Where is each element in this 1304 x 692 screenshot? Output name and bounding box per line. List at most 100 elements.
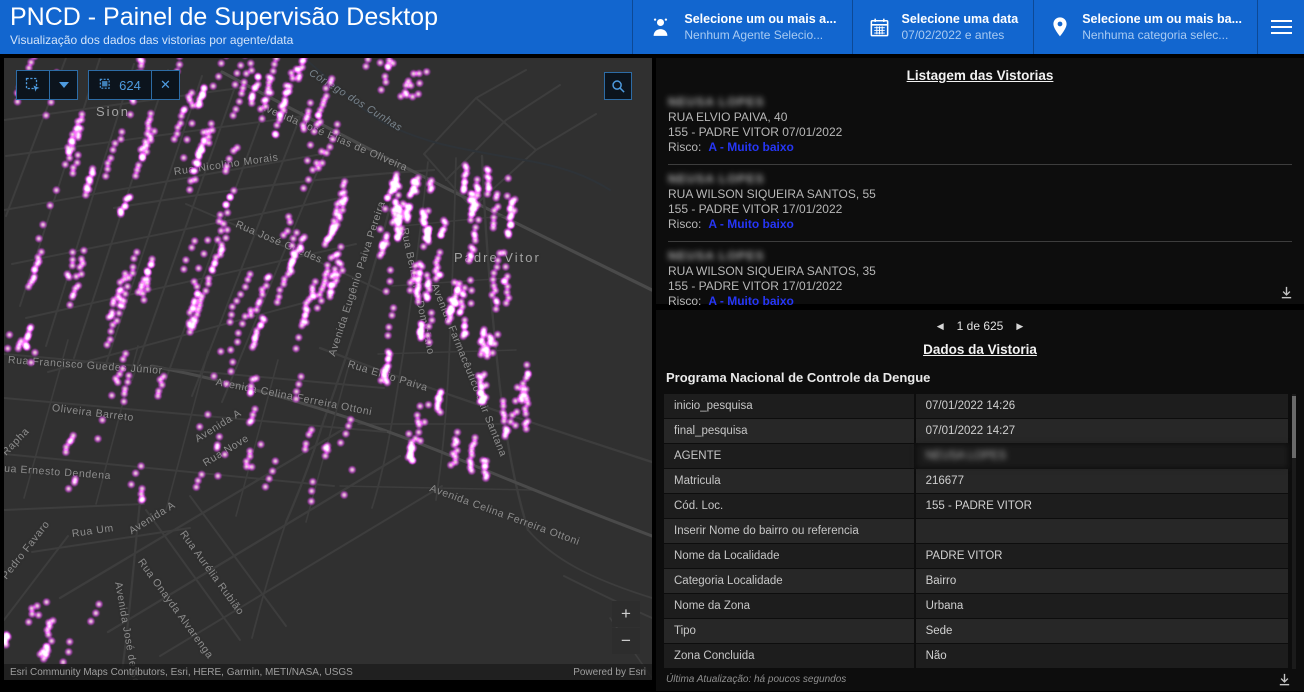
program-subtitle: Programa Nacional de Controle da Dengue (664, 370, 1296, 385)
inspection-list: NEUSA LOPES RUA ELVIO PAIVA, 40 155 - PA… (668, 88, 1292, 318)
next-page-arrow[interactable]: ▶ (1016, 321, 1023, 332)
risk-label: Risco: (668, 217, 701, 231)
powered-by-esri: Powered by Esri (573, 667, 646, 678)
field-label: AGENTE (664, 444, 914, 468)
address-line: RUA ELVIO PAIVA, 40 (668, 110, 1292, 125)
field-label: inicio_pesquisa (664, 394, 914, 418)
field-label: Inserir Nome do bairro ou referencia (664, 519, 914, 543)
last-update-note: Última Atualização: há poucos segundos (666, 674, 846, 685)
map-pin-icon (1049, 15, 1071, 39)
table-row: Nome da Localidade PADRE VITOR (664, 544, 1288, 568)
clear-selection-button[interactable]: ✕ (152, 70, 180, 100)
detail-table: inicio_pesquisa 07/01/2022 14:26 final_p… (664, 394, 1296, 669)
menu-button[interactable] (1257, 0, 1304, 54)
pagination: ◀ 1 de 625 ▶ (664, 319, 1296, 333)
detail-panel-title: Dados da Vistoria (664, 342, 1296, 357)
address-line: RUA WILSON SIQUEIRA SANTOS, 35 (668, 264, 1292, 279)
address-line: RUA WILSON SIQUEIRA SANTOS, 55 (668, 187, 1292, 202)
table-row: AGENTE NEUSA LOPES (664, 444, 1288, 468)
zoom-in-button[interactable]: + (612, 601, 640, 627)
field-value: Não (916, 644, 1288, 668)
field-label: Tipo (664, 619, 914, 643)
table-row: Matricula 216677 (664, 469, 1288, 493)
field-value: 07/01/2022 14:26 (916, 394, 1288, 418)
field-label: Nome da Zona (664, 594, 914, 618)
neighborhood-selector[interactable]: Selecione um ou mais ba... Nenhuma categ… (1033, 0, 1257, 54)
table-row: final_pesquisa 07/01/2022 14:27 (664, 419, 1288, 443)
agent-name-redacted: NEUSA LOPES (668, 172, 1292, 187)
field-value: 155 - PADRE VITOR (916, 494, 1288, 518)
risk-value: A - Muito baixo (708, 140, 794, 154)
detail-download-button[interactable] (1277, 672, 1292, 687)
zoom-out-button[interactable]: − (612, 628, 640, 654)
download-icon (1277, 672, 1292, 687)
locality-date-line: 155 - PADRE VITOR 07/01/2022 (668, 125, 1292, 140)
field-label: Zona Concluida (664, 644, 914, 668)
selected-features-icon (99, 78, 114, 93)
field-value: 07/01/2022 14:27 (916, 419, 1288, 443)
list-item[interactable]: NEUSA LOPES RUA WILSON SIQUEIRA SANTOS, … (668, 242, 1292, 318)
select-rectangle-button[interactable] (16, 70, 50, 100)
risk-line: Risco: A - Muito baixo (668, 294, 1292, 309)
agent-selector-label: Selecione um ou mais a... (684, 12, 836, 26)
agent-selector-value: Nenhum Agente Selecio... (684, 28, 836, 42)
chevron-down-icon (59, 82, 69, 88)
risk-line: Risco: A - Muito baixo (668, 140, 1292, 155)
table-scrollbar-track[interactable] (1292, 394, 1296, 669)
field-label: Categoria Localidade (664, 569, 914, 593)
field-value: Sede (916, 619, 1288, 643)
list-item[interactable]: NEUSA LOPES RUA ELVIO PAIVA, 40 155 - PA… (668, 88, 1292, 165)
magnifier-icon (611, 79, 626, 94)
locality-date-line: 155 - PADRE VITOR 17/01/2022 (668, 279, 1292, 294)
inspections-list-panel: Listagem das Vistorias NEUSA LOPES RUA E… (656, 58, 1304, 304)
header-title-block: PNCD - Painel de Supervisão Desktop Visu… (0, 0, 438, 54)
field-value: PADRE VITOR (916, 544, 1288, 568)
table-row: Nome da Zona Urbana (664, 594, 1288, 618)
field-label: Nome da Localidade (664, 544, 914, 568)
right-column: Listagem das Vistorias NEUSA LOPES RUA E… (656, 58, 1304, 688)
risk-value: A - Muito baixo (708, 294, 794, 308)
field-value: Bairro (916, 569, 1288, 593)
field-label: Matricula (664, 469, 914, 493)
neighborhood-selector-label: Selecione um ou mais ba... (1082, 12, 1242, 26)
table-row: inicio_pesquisa 07/01/2022 14:26 (664, 394, 1288, 418)
list-download-button[interactable] (1279, 285, 1294, 300)
page-title: PNCD - Painel de Supervisão Desktop (10, 3, 438, 32)
table-row: Zona Concluida Não (664, 644, 1288, 668)
locality-date-line: 155 - PADRE VITOR 17/01/2022 (668, 202, 1292, 217)
header-selectors: Selecione um ou mais a... Nenhum Agente … (632, 0, 1304, 54)
selection-count-button[interactable]: 624 (88, 70, 152, 100)
date-selector-label: Selecione uma data (902, 12, 1019, 26)
map-search-button[interactable] (604, 72, 632, 100)
inspection-detail-panel: ◀ 1 de 625 ▶ Dados da Vistoria Programa … (656, 310, 1304, 691)
table-row: Inserir Nome do bairro ou referencia (664, 519, 1288, 543)
detail-footer: Última Atualização: há poucos segundos (664, 669, 1296, 691)
agent-selector[interactable]: Selecione um ou mais a... Nenhum Agente … (632, 0, 851, 54)
list-panel-title: Listagem das Vistorias (668, 68, 1292, 83)
table-scrollbar-thumb[interactable] (1292, 396, 1296, 458)
select-tool-dropdown-button[interactable] (50, 70, 78, 100)
field-label: Cód. Loc. (664, 494, 914, 518)
hamburger-icon (1271, 20, 1292, 34)
table-row: Tipo Sede (664, 619, 1288, 643)
list-item[interactable]: NEUSA LOPES RUA WILSON SIQUEIRA SANTOS, … (668, 165, 1292, 242)
risk-line: Risco: A - Muito baixo (668, 217, 1292, 232)
date-selector[interactable]: Selecione uma data 07/02/2022 e antes (852, 0, 1034, 54)
map-attribution-bar: Esri Community Maps Contributors, Esri, … (4, 664, 652, 680)
field-value: 216677 (916, 469, 1288, 493)
field-label: final_pesquisa (664, 419, 914, 443)
download-icon (1279, 285, 1294, 300)
risk-label: Risco: (668, 140, 701, 154)
map[interactable]: SionPadre VitorRua Nicolino MoraisAvenid… (4, 58, 652, 680)
risk-value: A - Muito baixo (708, 217, 794, 231)
map-zoom-controls: + − (612, 601, 640, 654)
close-icon: ✕ (160, 77, 171, 93)
calendar-icon (868, 16, 891, 39)
previous-page-arrow[interactable]: ◀ (937, 321, 944, 332)
risk-label: Risco: (668, 294, 701, 308)
field-value: NEUSA LOPES (916, 444, 1288, 468)
select-rectangle-icon (25, 77, 42, 94)
agent-icon (648, 15, 673, 40)
field-value: Urbana (916, 594, 1288, 618)
detail-table-rows: inicio_pesquisa 07/01/2022 14:26 final_p… (664, 394, 1288, 668)
